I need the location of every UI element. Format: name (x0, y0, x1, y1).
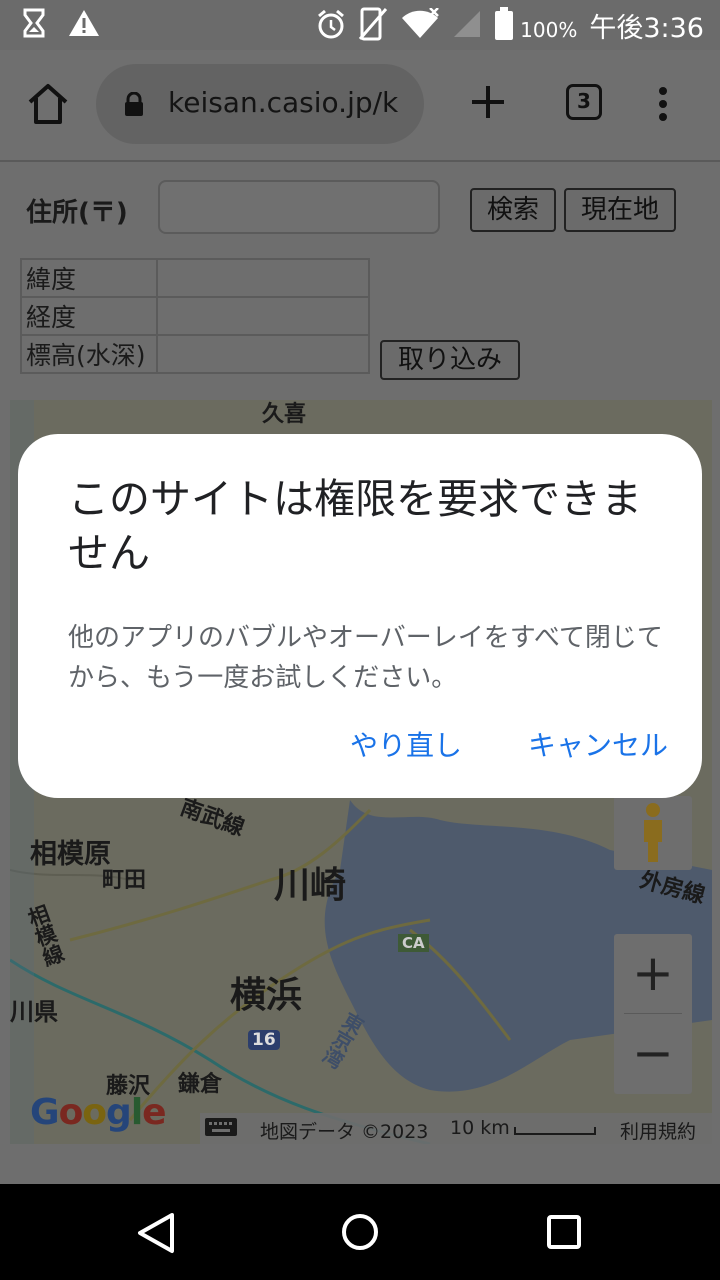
retry-button[interactable]: やり直し (350, 724, 462, 764)
home-icon[interactable] (24, 80, 72, 128)
clock-time: 午後3:36 (589, 13, 704, 44)
zoom-controls: + − (614, 934, 692, 1094)
permission-dialog: このサイトは権限を要求できません 他のアプリのバブルやオーバーレイをすべて閉じて… (18, 434, 702, 798)
zoom-out-button[interactable]: − (614, 1014, 692, 1094)
new-tab-icon[interactable] (468, 82, 508, 122)
vibrate-icon (358, 7, 388, 45)
route-16-shield: 16 (248, 1030, 280, 1050)
wifi-icon (400, 6, 440, 44)
google-logo: Google (30, 1092, 167, 1133)
dialog-message: 他のアプリのバブルやオーバーレイをすべて閉じてから、もう一度お試しください。 (68, 623, 663, 693)
map-label-kawasaki: 川崎 (274, 865, 347, 906)
map-data-attribution[interactable]: 地図データ ©2023 (260, 1117, 428, 1144)
zoom-in-button[interactable]: + (614, 934, 692, 1014)
terms-link[interactable]: 利用規約 (620, 1117, 696, 1144)
address-input[interactable] (158, 180, 440, 234)
coordinates-table: 緯度 経度 標高(水深) (20, 258, 370, 374)
status-bar: 100% 午後3:36 (0, 0, 720, 50)
ca-shield: CA (398, 934, 429, 952)
latitude-value (156, 258, 370, 298)
hourglass-icon (22, 8, 46, 42)
recents-icon[interactable] (546, 1214, 582, 1254)
import-button[interactable]: 取り込み (380, 340, 520, 380)
latitude-label: 緯度 (20, 258, 158, 298)
battery-icon (494, 6, 514, 45)
map-label-kanagawa: 川県 (10, 998, 58, 1026)
map-label-sagamihara: 相模原 (30, 839, 111, 870)
home-circle-icon[interactable] (340, 1212, 380, 1256)
url-bar[interactable]: keisan.casio.jp/k (96, 64, 424, 144)
scale-bar (514, 1127, 596, 1135)
longitude-value (156, 296, 370, 336)
back-icon[interactable] (136, 1212, 176, 1258)
navigation-bar (0, 1184, 720, 1280)
address-label: 住所(〒) (26, 198, 128, 228)
map-label-machida: 町田 (102, 868, 147, 893)
alarm-icon (316, 9, 346, 43)
tab-switcher-button[interactable]: 3 (566, 84, 602, 120)
longitude-label: 経度 (20, 296, 158, 336)
lock-icon (124, 91, 144, 116)
signal-icon (452, 9, 482, 43)
warning-icon (68, 9, 100, 41)
url-text: keisan.casio.jp/k (168, 86, 399, 119)
map-footer: 地図データ ©2023 10 km 利用規約 (200, 1113, 712, 1144)
street-view-pegman-icon[interactable] (614, 796, 692, 870)
map-label-yokohama: 横浜 (230, 975, 303, 1016)
map-scale: 10 km (450, 1117, 510, 1139)
current-location-button[interactable]: 現在地 (564, 188, 676, 232)
dialog-title: このサイトは権限を要求できません (68, 475, 642, 577)
elevation-value (156, 334, 370, 374)
map-label-kamakura: 鎌倉 (178, 1072, 223, 1097)
overflow-menu-icon[interactable] (656, 86, 670, 122)
browser-toolbar: keisan.casio.jp/k 3 (0, 50, 720, 160)
search-button[interactable]: 検索 (470, 188, 556, 232)
elevation-label: 標高(水深) (20, 334, 158, 374)
table-row: 緯度 (20, 258, 370, 298)
keyboard-shortcuts-icon[interactable] (204, 1115, 238, 1144)
table-row: 経度 (20, 296, 370, 336)
table-row: 標高(水深) (20, 334, 370, 374)
map-label-kuki: 久喜 (262, 402, 307, 427)
battery-percent: 100% (520, 17, 578, 42)
cancel-button[interactable]: キャンセル (528, 724, 668, 764)
